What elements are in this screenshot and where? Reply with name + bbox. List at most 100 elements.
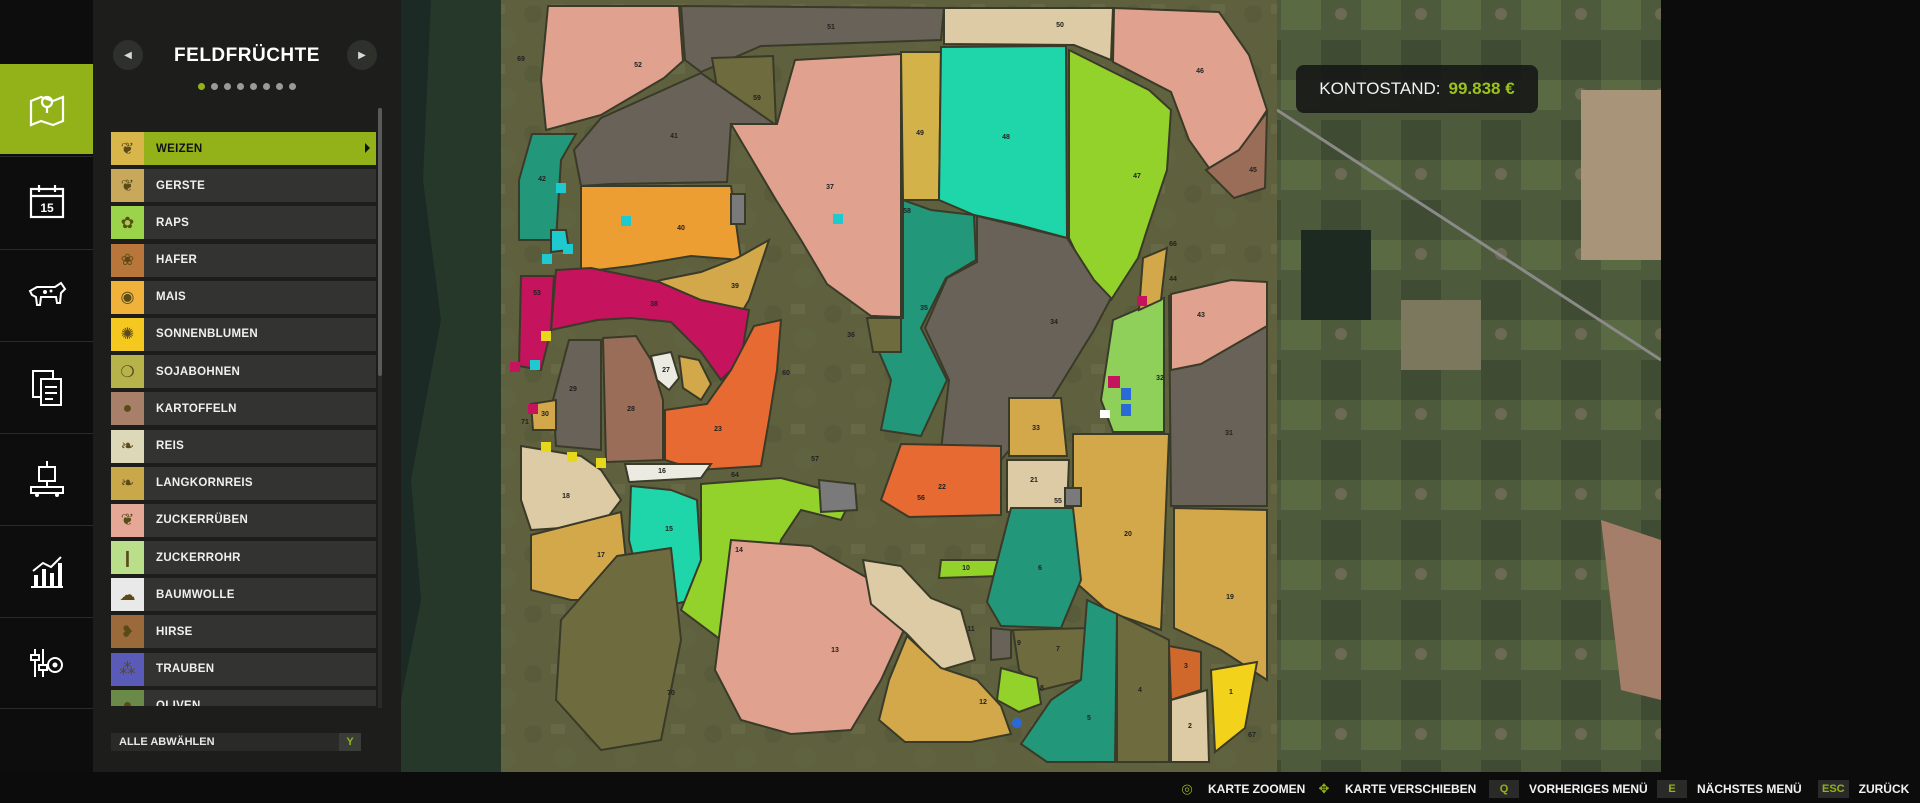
calendar-icon: 15 [29, 185, 64, 219]
sellpoint-icon[interactable] [567, 452, 577, 462]
scrollbar-thumb[interactable] [378, 108, 382, 376]
page-dot[interactable] [211, 83, 218, 90]
crop-label: LANGKORNREIS [156, 477, 253, 490]
page-dot[interactable] [224, 83, 231, 90]
vehicle-icon[interactable] [1121, 404, 1131, 416]
key-hint: Y [339, 733, 361, 751]
page-dot[interactable] [250, 83, 257, 90]
hint-zoom-map[interactable]: ◎ KARTE ZOOMEN [1176, 780, 1305, 798]
silo-icon[interactable] [1137, 296, 1147, 306]
field-48[interactable] [937, 44, 1069, 240]
shop-icon[interactable] [530, 360, 540, 370]
sellpoint-icon[interactable] [541, 442, 551, 452]
field-49[interactable] [899, 51, 943, 201]
potato-icon: ● [111, 392, 144, 426]
field-label-14: 14 [735, 547, 743, 554]
crop-item[interactable]: ❧ REIS [111, 429, 376, 463]
field-label-35: 35 [920, 305, 928, 312]
prev-page-button[interactable]: ◀ [113, 40, 143, 70]
page-dot[interactable] [263, 83, 270, 90]
crop-item[interactable]: ✺ SONNENBLUMEN [111, 317, 376, 351]
player-icon[interactable] [1012, 718, 1022, 728]
silo-icon[interactable] [510, 362, 520, 372]
nav-animals[interactable] [0, 249, 93, 340]
field-label-44: 44 [1169, 276, 1177, 283]
vehicle-icon[interactable] [1121, 388, 1131, 400]
hint-previous-menu[interactable]: Q VORHERIGES MENÜ [1489, 780, 1648, 798]
crop-item[interactable]: ● KARTOFFELN [111, 392, 376, 426]
field-label-1: 1 [1229, 689, 1233, 696]
field-56[interactable] [817, 478, 859, 514]
field-label-58: 58 [903, 208, 911, 215]
silo-icon[interactable] [1108, 376, 1120, 388]
field-55[interactable] [1064, 487, 1082, 507]
sellpoint-icon[interactable] [541, 331, 551, 341]
field-label-27: 27 [662, 367, 670, 374]
crop-item[interactable]: ❦ WEIZEN [111, 132, 376, 165]
field-36[interactable] [865, 317, 902, 353]
field-label-45: 45 [1249, 167, 1257, 174]
field-label-69: 69 [517, 56, 525, 63]
crop-item[interactable]: ❍ SOJABOHNEN [111, 355, 376, 389]
balance-display: KONTOSTAND: 99.838 € [1296, 65, 1538, 113]
right-margin [1661, 0, 1920, 772]
page-dot[interactable] [289, 83, 296, 90]
field-label-36: 36 [847, 332, 855, 339]
next-page-button[interactable]: ▶ [347, 40, 377, 70]
panel-header: ◀ FELDFRÜCHTE ▶ [93, 40, 401, 70]
crop-item[interactable]: ❦ ZUCKERRÜBEN [111, 503, 376, 537]
shop-icon[interactable] [833, 214, 843, 224]
crop-item[interactable]: ☁ BAUMWOLLE [111, 578, 376, 612]
sellpoint-icon[interactable] [596, 458, 606, 468]
crop-item[interactable]: ❧ LANGKORNREIS [111, 466, 376, 500]
field-22[interactable] [879, 442, 1002, 519]
hint-next-menu[interactable]: E NÄCHSTES MENÜ [1657, 780, 1802, 798]
crop-label: TRAUBEN [156, 663, 215, 676]
nav-calendar[interactable]: 15 [0, 156, 93, 247]
map-pin-icon [29, 95, 64, 127]
field-9[interactable] [990, 626, 1012, 662]
hint-move-map[interactable]: ✥ KARTE VERSCHIEBEN [1313, 780, 1477, 798]
field-58[interactable] [730, 193, 746, 225]
page-dot[interactable] [276, 83, 283, 90]
nav-contracts[interactable] [0, 341, 93, 432]
crop-item[interactable]: ✿ RAPS [111, 206, 376, 240]
shop-icon[interactable] [542, 254, 552, 264]
zoom-icon: ◎ [1181, 781, 1193, 796]
crop-item[interactable]: ❥ HIRSE [111, 615, 376, 649]
nav-statistics[interactable] [0, 525, 93, 616]
field-10[interactable] [937, 559, 1002, 580]
hint-back[interactable]: ESC ZURÜCK [1818, 780, 1909, 798]
crop-item[interactable]: ❙ ZUCKERROHR [111, 541, 376, 575]
crop-item[interactable]: ❀ HAFER [111, 243, 376, 277]
crop-item[interactable]: ⁂ TRAUBEN [111, 652, 376, 686]
nav-map[interactable] [0, 64, 101, 154]
field-label-67: 67 [1248, 732, 1256, 739]
field-label-3: 3 [1184, 663, 1188, 670]
silo-icon[interactable] [528, 404, 538, 414]
chevron-right-icon [365, 143, 370, 153]
page-dot[interactable] [198, 83, 205, 90]
field-3[interactable] [1167, 644, 1202, 702]
crop-label: OLIVEN [156, 700, 201, 706]
hint-label: ZURÜCK [1858, 782, 1910, 796]
crop-label: REIS [156, 440, 185, 452]
nav-settings[interactable] [0, 617, 93, 709]
crop-item[interactable]: ● OLIVEN [111, 689, 376, 706]
field-label-29: 29 [569, 386, 577, 393]
deselect-all-button[interactable]: ALLE ABWÄHLEN Y [111, 733, 361, 751]
shop-icon[interactable] [556, 183, 566, 193]
shop-icon[interactable] [621, 216, 631, 226]
chevron-left-icon: ◀ [124, 49, 132, 61]
crop-item[interactable]: ◉ MAIS [111, 280, 376, 314]
page-dot[interactable] [237, 83, 244, 90]
tractor-icon[interactable] [1100, 410, 1110, 418]
field-label-60: 60 [782, 370, 790, 377]
nav-production[interactable] [0, 433, 93, 524]
field-4[interactable] [1116, 612, 1170, 763]
map-view[interactable]: 69 52 51 50 46 59 41 37 49 48 47 45 42 4… [401, 0, 1661, 772]
shop-icon[interactable] [563, 244, 573, 254]
crop-item[interactable]: ❦ GERSTE [111, 169, 376, 203]
field-label-32: 32 [1156, 375, 1164, 382]
crop-label: KARTOFFELN [156, 402, 237, 415]
